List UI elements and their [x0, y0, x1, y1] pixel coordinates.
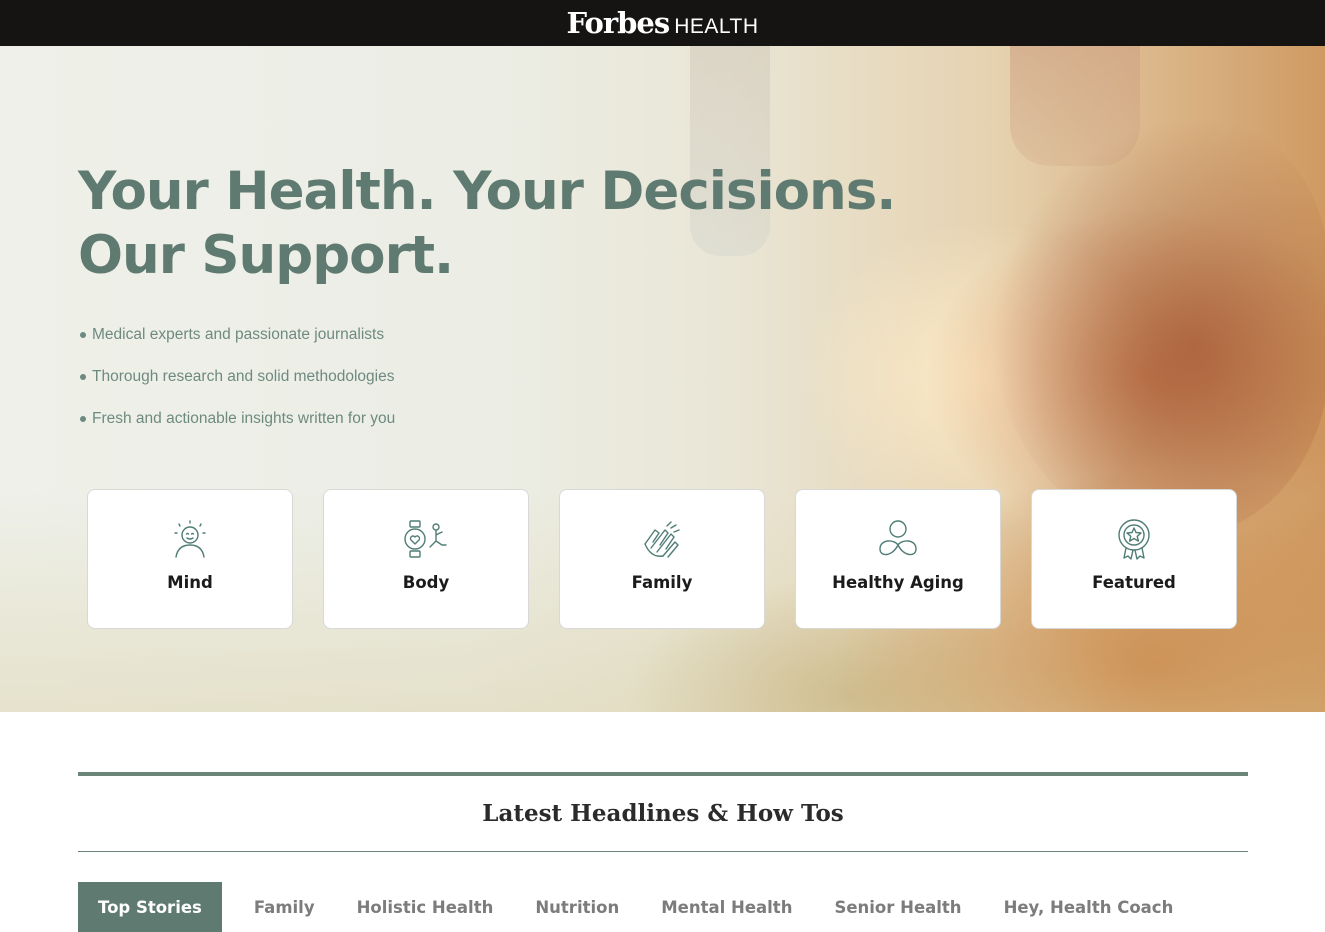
- hero-title-line-1: Your Health. Your Decisions.: [78, 161, 896, 222]
- hero-bullet-text: Thorough research and solid methodologie…: [92, 368, 395, 385]
- section-divider-bottom: [78, 851, 1248, 852]
- hero-section: Your Health. Your Decisions. Our Support…: [0, 46, 1325, 712]
- tab-holistic-health[interactable]: Holistic Health: [336, 882, 515, 932]
- bullet-dot-icon: [80, 374, 86, 380]
- tab-mental-health[interactable]: Mental Health: [640, 882, 813, 932]
- featured-icon: [1112, 517, 1156, 561]
- hero-title: Your Health. Your Decisions. Our Support…: [78, 160, 978, 288]
- category-label: Mind: [167, 573, 213, 592]
- category-label: Featured: [1092, 573, 1176, 592]
- logo-forbes-text: Forbes: [566, 5, 671, 40]
- tab-hey-health-coach[interactable]: Hey, Health Coach: [983, 882, 1195, 932]
- bullet-dot-icon: [80, 416, 86, 422]
- hero-bullet: Fresh and actionable insights written fo…: [80, 408, 395, 450]
- hero-bullet-list: Medical experts and passionate journalis…: [80, 324, 395, 450]
- bullet-dot-icon: [80, 332, 86, 338]
- hero-bullet: Medical experts and passionate journalis…: [80, 324, 395, 366]
- section-title: Latest Headlines & How Tos: [482, 800, 844, 827]
- mind-icon: [168, 517, 212, 561]
- hero-background-shoe: [990, 116, 1325, 536]
- healthy-aging-icon: [876, 517, 920, 561]
- tab-nutrition[interactable]: Nutrition: [514, 882, 640, 932]
- category-card-family[interactable]: Family: [559, 489, 765, 629]
- category-card-body[interactable]: Body: [323, 489, 529, 629]
- hero-title-line-2: Our Support.: [78, 225, 454, 286]
- body-icon: [404, 517, 448, 561]
- tab-family[interactable]: Family: [233, 882, 336, 932]
- logo-health-text: HEALTH: [674, 14, 759, 38]
- latest-headlines-section: Latest Headlines & How Tos: [78, 772, 1248, 852]
- category-label: Body: [402, 573, 450, 592]
- hero-bullet-text: Medical experts and passionate journalis…: [92, 326, 385, 343]
- category-card-healthy-aging[interactable]: Healthy Aging: [795, 489, 1001, 629]
- headline-tabs: Top Stories Family Holistic Health Nutri…: [78, 882, 1194, 932]
- tab-senior-health[interactable]: Senior Health: [813, 882, 982, 932]
- tab-top-stories[interactable]: Top Stories: [78, 882, 222, 932]
- category-card-mind[interactable]: Mind: [87, 489, 293, 629]
- category-card-featured[interactable]: Featured: [1031, 489, 1237, 629]
- hero-bullet-text: Fresh and actionable insights written fo…: [92, 410, 396, 427]
- category-label: Family: [631, 573, 693, 592]
- hero-bullet: Thorough research and solid methodologie…: [80, 366, 395, 408]
- category-cards: Mind Body Family Healthy Aging Featured: [87, 489, 1237, 629]
- top-bar: Forbes HEALTH: [0, 0, 1325, 46]
- forbes-health-logo[interactable]: Forbes HEALTH: [566, 5, 759, 40]
- family-icon: [640, 517, 684, 561]
- category-label: Healthy Aging: [832, 573, 964, 592]
